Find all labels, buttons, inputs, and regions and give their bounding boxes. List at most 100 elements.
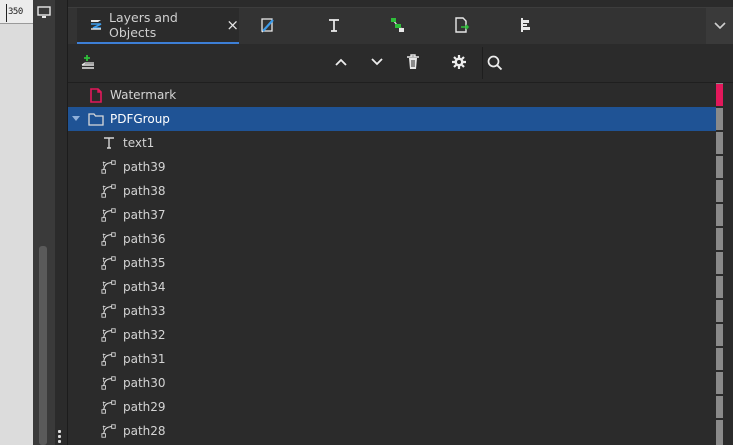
layers-toolbar [68, 44, 733, 83]
add-layer-icon [79, 53, 97, 74]
text-icon [101, 135, 117, 151]
bezier-path-icon [101, 375, 117, 391]
tree-row-layer[interactable]: Watermark [68, 83, 716, 107]
tree-row-label: path30 [123, 376, 166, 390]
chevron-up-icon [334, 56, 348, 70]
scrollbar-segment-mark [716, 250, 723, 252]
tab-align-distribute[interactable] [512, 8, 538, 44]
bezier-path-icon [101, 255, 117, 271]
dock-panel: Layers and Objects × Watermark PDFGroup … [67, 0, 733, 445]
expand-arrow-icon[interactable] [72, 116, 80, 121]
node-graph-icon [388, 16, 406, 37]
tree-row-label: PDFGroup [110, 112, 170, 126]
tree-row-path[interactable]: path39 [68, 155, 716, 179]
scrollbar-segment-mark [716, 154, 723, 156]
text-icon [326, 17, 342, 36]
scrollbar-segment-mark [716, 106, 723, 108]
raise-button[interactable] [328, 50, 354, 76]
canvas-area[interactable]: 350 [0, 0, 33, 445]
tree-row-label: path32 [123, 328, 166, 342]
tab-text-font[interactable] [321, 8, 347, 44]
bezier-path-icon [101, 423, 117, 439]
tree-row-label: path33 [123, 304, 166, 318]
tab-fill-stroke[interactable] [255, 8, 281, 44]
trash-icon [406, 53, 420, 73]
tree-row-label: path35 [123, 256, 166, 270]
scrollbar-segment-mark [716, 298, 723, 300]
scrollbar-segment-mark [716, 418, 723, 420]
tree-scrollbar[interactable] [716, 83, 724, 445]
tree-row-group[interactable]: PDFGroup [68, 107, 716, 131]
layers-icon [89, 17, 103, 34]
tab-layers-and-objects[interactable]: Layers and Objects × [77, 8, 239, 44]
layer-document-icon [88, 87, 104, 103]
tab-bar: Layers and Objects × [68, 7, 733, 45]
tree-row-label: path38 [123, 184, 166, 198]
folder-icon [88, 111, 104, 127]
lower-button[interactable] [364, 50, 390, 76]
tab-export[interactable] [448, 8, 474, 44]
tree-row-path[interactable]: path36 [68, 227, 716, 251]
tree-row-label: path34 [123, 280, 166, 294]
settings-button[interactable] [446, 50, 472, 76]
ruler-label: 350 [8, 7, 23, 17]
document-export-icon [452, 16, 470, 37]
scrollbar-layer-marker [716, 84, 723, 106]
ruler-tick [6, 4, 7, 22]
tree-row-path[interactable]: path38 [68, 179, 716, 203]
add-layer-button[interactable] [75, 50, 101, 76]
chevron-down-icon [713, 19, 727, 33]
tree-row-path[interactable]: path31 [68, 347, 716, 371]
scrollbar-segment-mark [716, 322, 723, 324]
bezier-path-icon [101, 183, 117, 199]
tree-row-label: path29 [123, 400, 166, 414]
objects-tree: Watermark PDFGroup text1 path39 path38 path37… [68, 83, 716, 445]
tab-more-dropdown[interactable] [706, 8, 733, 44]
tree-row-path[interactable]: path30 [68, 371, 716, 395]
close-icon[interactable]: × [226, 16, 239, 34]
bezier-path-icon [101, 399, 117, 415]
chevron-down-icon [370, 56, 384, 70]
scrollbar-segment-mark [716, 394, 723, 396]
tree-row-path[interactable]: path28 [68, 419, 716, 443]
tree-row-path[interactable]: path32 [68, 323, 716, 347]
dock-grip-handle[interactable] [58, 430, 62, 444]
scrollbar-segment-mark [716, 178, 723, 180]
tree-row-path[interactable]: path35 [68, 251, 716, 275]
scrollbar-segment-mark [716, 130, 723, 132]
pen-brush-icon [259, 16, 277, 37]
bezier-path-icon [101, 327, 117, 343]
tree-row-label: path39 [123, 160, 166, 174]
align-distribute-icon [517, 17, 533, 36]
tree-row-label: text1 [123, 136, 155, 150]
tree-row-label: Watermark [110, 88, 177, 102]
scrollbar-segment-mark [716, 202, 723, 204]
tree-row-label: path28 [123, 424, 166, 438]
tree-row-path[interactable]: path29 [68, 395, 716, 419]
tree-row-label: path36 [123, 232, 166, 246]
bezier-path-icon [101, 303, 117, 319]
scrollbar-thumb[interactable] [716, 83, 723, 445]
bezier-path-icon [101, 351, 117, 367]
tree-row-path[interactable]: path34 [68, 275, 716, 299]
bezier-path-icon [101, 207, 117, 223]
tree-row-label: path31 [123, 352, 166, 366]
bezier-path-icon [101, 279, 117, 295]
delete-button[interactable] [400, 50, 426, 76]
tree-row-path[interactable]: path33 [68, 299, 716, 323]
tab-xml-editor[interactable] [384, 8, 410, 44]
search-box [482, 47, 733, 79]
scrollbar-segment-mark [716, 226, 723, 228]
gear-icon [451, 54, 467, 73]
search-icon [487, 55, 503, 74]
tree-row-text[interactable]: text1 [68, 131, 716, 155]
tab-label: Layers and Objects [109, 10, 178, 40]
canvas-scrollbar[interactable] [39, 246, 47, 445]
bezier-path-icon [101, 159, 117, 175]
search-input[interactable] [511, 53, 729, 75]
monitor-icon[interactable] [34, 2, 54, 22]
scrollbar-segment-mark [716, 274, 723, 276]
tree-row-path[interactable]: path37 [68, 203, 716, 227]
scrollbar-segment-mark [716, 346, 723, 348]
bezier-path-icon [101, 231, 117, 247]
